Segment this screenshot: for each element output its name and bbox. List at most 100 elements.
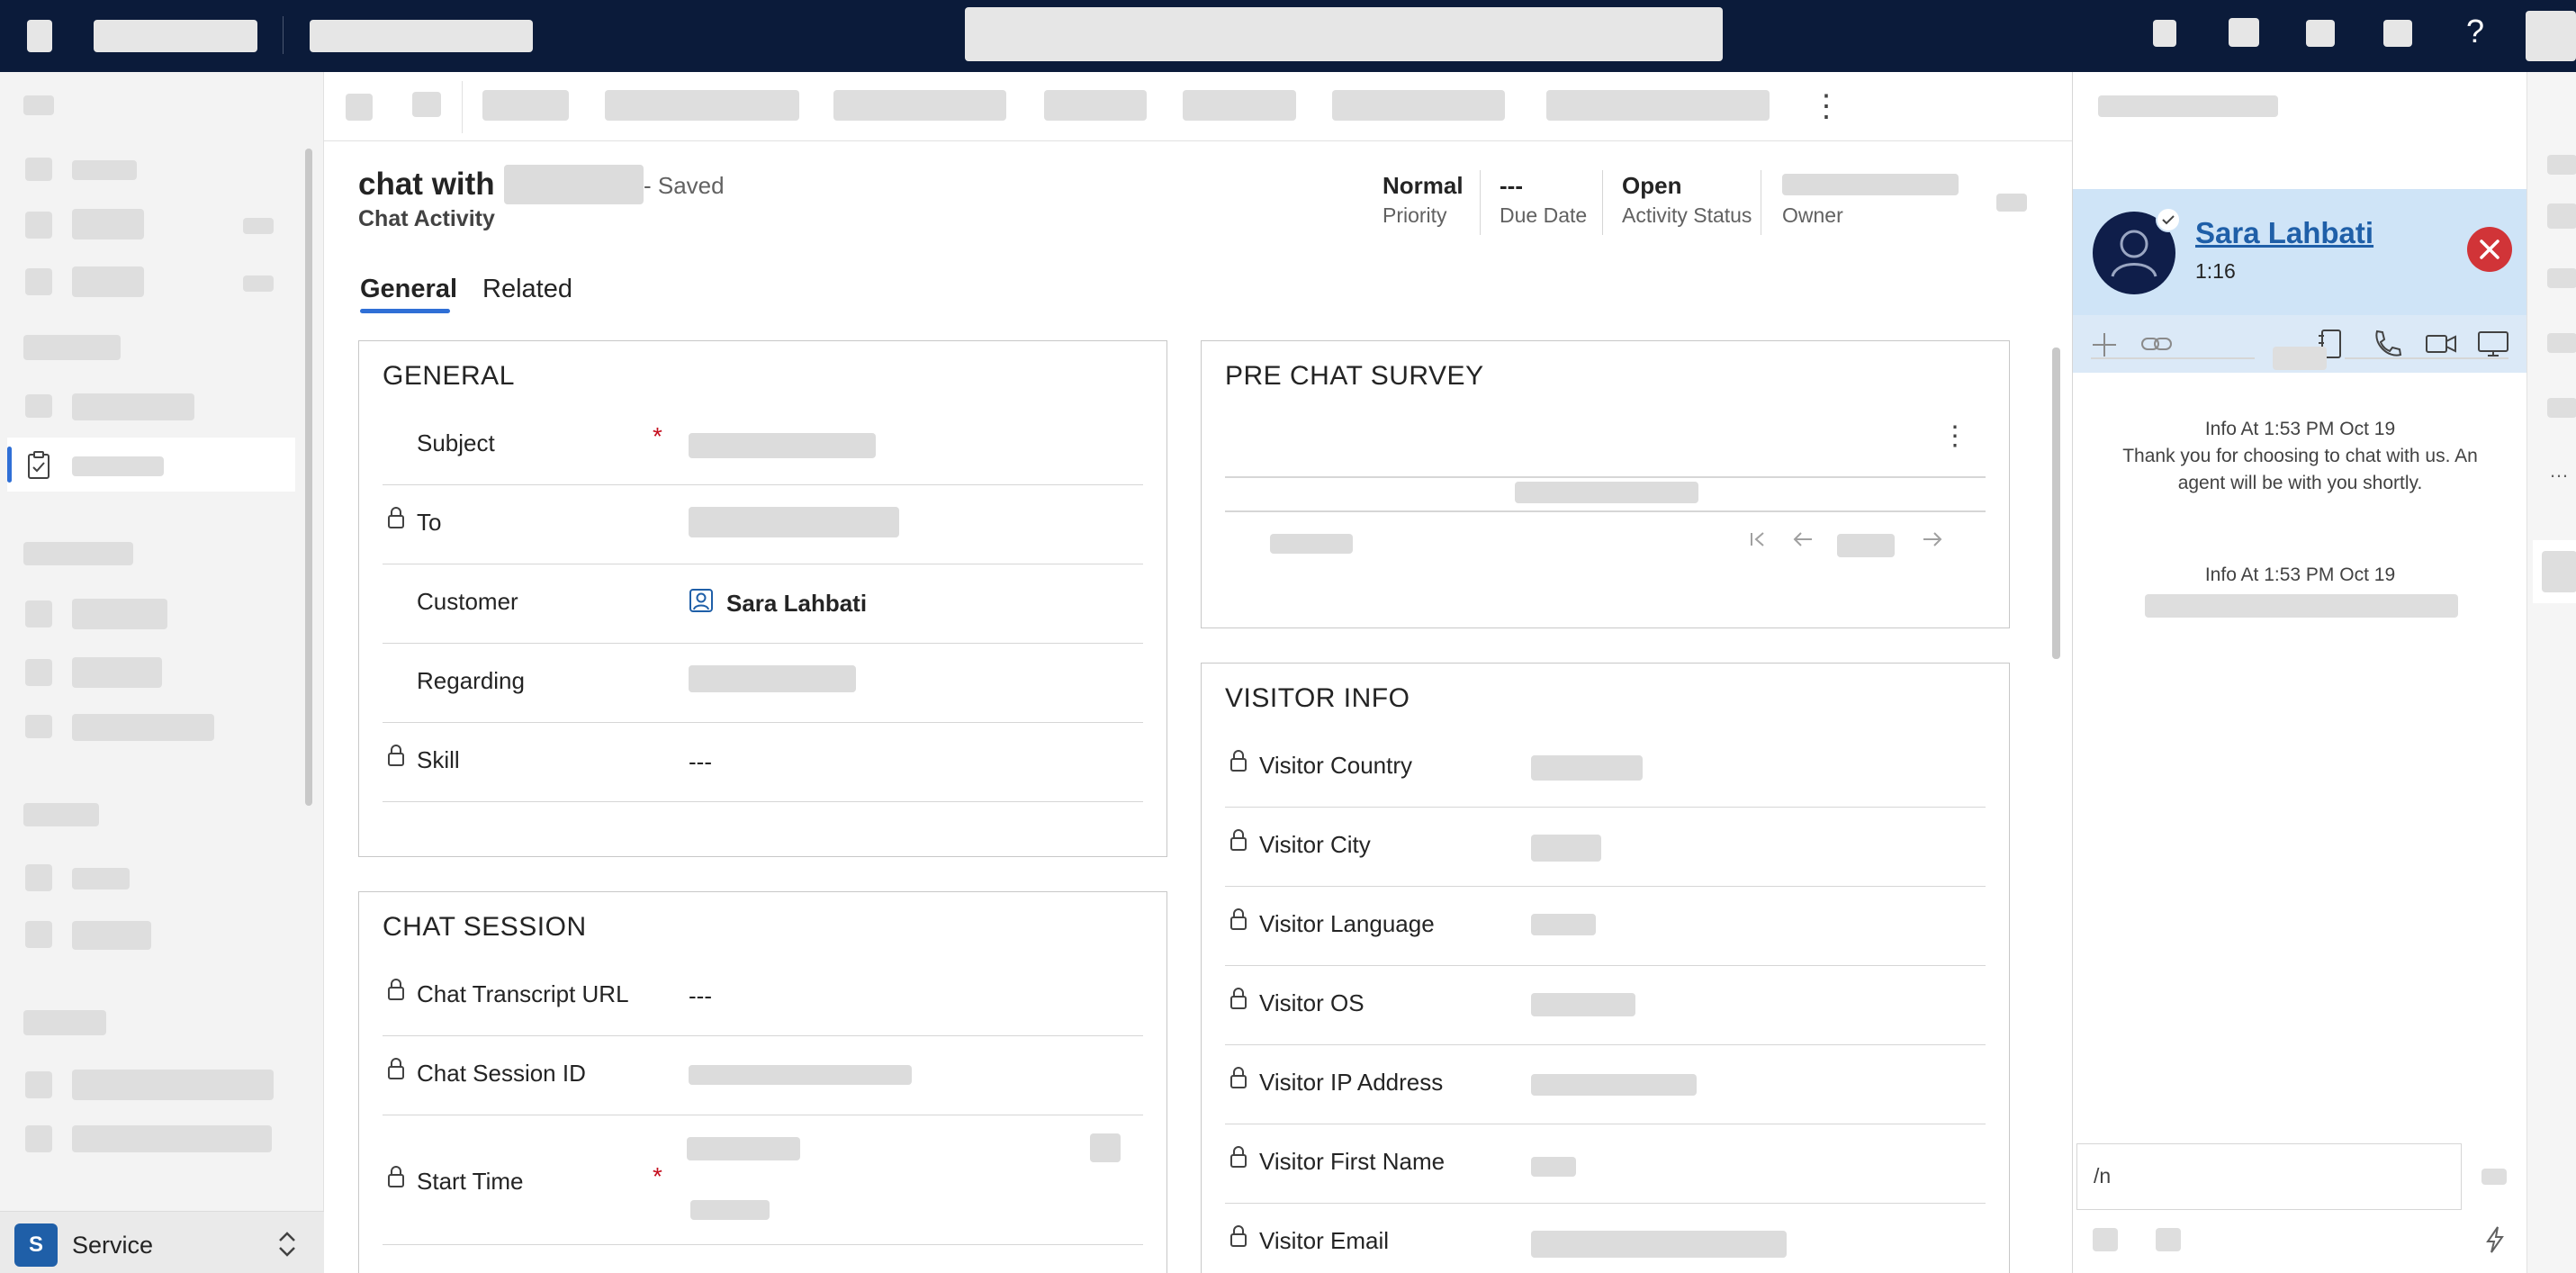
popout-button[interactable] xyxy=(412,92,441,117)
regarding-value-placeholder[interactable] xyxy=(689,665,856,692)
top-bar-icon-1[interactable] xyxy=(2153,20,2176,47)
plus-icon[interactable] xyxy=(2089,330,2120,360)
nav-item-icon[interactable] xyxy=(25,600,52,627)
side-app-icon[interactable] xyxy=(2547,333,2576,353)
header-expand-button[interactable] xyxy=(1996,194,2027,212)
side-app-icon[interactable] xyxy=(2547,203,2576,229)
link-icon[interactable] xyxy=(2139,331,2174,357)
nav-item-label[interactable] xyxy=(72,1070,274,1100)
app-title-placeholder[interactable] xyxy=(94,20,257,52)
command-button[interactable] xyxy=(1332,90,1505,121)
top-bar-icon-2[interactable] xyxy=(2229,18,2259,47)
start-time-placeholder[interactable] xyxy=(690,1200,770,1220)
nav-item-label[interactable] xyxy=(72,209,144,239)
start-date-placeholder[interactable] xyxy=(687,1137,800,1160)
nav-item-icon[interactable] xyxy=(25,268,52,295)
command-button[interactable] xyxy=(605,90,799,121)
more-horizontal-icon[interactable]: … xyxy=(2549,459,2569,483)
field-visitor-ip-address: Visitor IP Address xyxy=(1225,1045,1986,1124)
first-page-icon[interactable] xyxy=(1747,527,1769,552)
area-switcher[interactable]: S Service xyxy=(0,1211,324,1273)
nav-item-icon[interactable] xyxy=(25,158,52,181)
send-button[interactable] xyxy=(2481,1169,2507,1185)
arrow-right-icon[interactable] xyxy=(1920,527,1945,552)
field-label: Visitor Country xyxy=(1259,752,1413,779)
compose-tool-icon[interactable] xyxy=(2093,1228,2118,1251)
area-title-placeholder[interactable] xyxy=(310,20,533,52)
nav-item-label[interactable] xyxy=(72,921,151,950)
form-scrollbar[interactable] xyxy=(2052,348,2060,659)
subject-input[interactable] xyxy=(689,433,876,458)
nav-collapse-icon[interactable] xyxy=(23,95,54,115)
lock-icon xyxy=(1229,1223,1248,1249)
nav-item-icon[interactable] xyxy=(25,715,52,738)
nav-item-icon[interactable] xyxy=(25,921,52,948)
tab-related[interactable]: Related xyxy=(482,275,572,304)
nav-scrollbar[interactable] xyxy=(305,149,312,806)
top-bar-icon-4[interactable] xyxy=(2383,20,2412,47)
nav-item-label[interactable] xyxy=(72,599,167,629)
record-header: chat with - Saved Chat Activity Normal P… xyxy=(324,141,2072,321)
app-launcher-icon[interactable] xyxy=(27,20,52,52)
phone-icon[interactable] xyxy=(2370,328,2402,360)
conversation-header: Sara Lahbati 1:16 xyxy=(2073,189,2527,315)
grid-divider xyxy=(1225,476,1986,478)
top-bar-icon-3[interactable] xyxy=(2306,20,2335,47)
more-vertical-icon[interactable]: ⋮ xyxy=(1941,420,1968,452)
command-button[interactable] xyxy=(1546,90,1770,121)
nav-item-label[interactable] xyxy=(72,868,130,889)
nav-item-icon[interactable] xyxy=(25,864,52,891)
owner-label: Owner xyxy=(1782,203,1843,227)
chevron-updown-icon[interactable] xyxy=(274,1228,301,1260)
nav-item-icon[interactable] xyxy=(25,1125,52,1152)
command-button[interactable] xyxy=(482,90,569,121)
visitor-language-placeholder xyxy=(1531,914,1596,935)
command-button[interactable] xyxy=(833,90,1006,121)
side-app-icon[interactable] xyxy=(2547,268,2576,288)
nav-item-label[interactable] xyxy=(72,1125,272,1152)
to-value-placeholder[interactable] xyxy=(689,507,899,537)
chat-pane-title-placeholder xyxy=(2098,95,2278,117)
nav-item-label[interactable] xyxy=(72,393,194,420)
field-label: Subject xyxy=(417,429,495,456)
record-title-name-placeholder xyxy=(504,165,644,204)
nav-group-header xyxy=(23,335,121,360)
lightning-icon[interactable] xyxy=(2483,1224,2507,1255)
compose-tool-icon[interactable] xyxy=(2156,1228,2181,1251)
command-button[interactable] xyxy=(1044,90,1147,121)
chat-compose-input[interactable]: /n xyxy=(2076,1143,2462,1210)
section-title: VISITOR INFO xyxy=(1225,683,1410,713)
customer-link[interactable]: Sara Lahbati xyxy=(726,590,867,618)
side-app-icon[interactable] xyxy=(2547,155,2576,175)
global-search-input[interactable] xyxy=(965,7,1723,61)
help-icon[interactable]: ? xyxy=(2466,13,2484,50)
nav-item-icon[interactable] xyxy=(25,394,52,418)
screen-share-icon[interactable] xyxy=(2476,328,2510,360)
command-button[interactable] xyxy=(1183,90,1296,121)
nav-item-label[interactable] xyxy=(72,160,137,180)
nav-item-label[interactable] xyxy=(72,266,144,297)
more-vertical-icon[interactable]: ⋮ xyxy=(1811,88,1842,124)
close-icon[interactable] xyxy=(2467,227,2512,272)
chat-divider xyxy=(2091,357,2255,359)
side-app-icon[interactable] xyxy=(2542,551,2576,592)
nav-item-icon[interactable] xyxy=(25,1071,52,1098)
arrow-left-icon[interactable] xyxy=(1790,527,1815,552)
side-app-icon[interactable] xyxy=(2547,398,2576,418)
conversation-timer: 1:16 xyxy=(2195,259,2236,283)
nav-item-label[interactable] xyxy=(72,714,214,741)
nav-item-icon[interactable] xyxy=(25,212,52,239)
field-label: Skill xyxy=(417,746,460,773)
video-icon[interactable] xyxy=(2424,330,2458,358)
nav-item-badge xyxy=(243,275,274,292)
owner-value-placeholder[interactable] xyxy=(1782,174,1959,195)
calendar-icon[interactable] xyxy=(1090,1133,1121,1162)
date-separator-placeholder xyxy=(2273,347,2327,370)
contact-name-link[interactable]: Sara Lahbati xyxy=(2195,216,2373,250)
field-label: To xyxy=(417,509,442,536)
nav-item-icon[interactable] xyxy=(25,659,52,686)
profile-avatar[interactable] xyxy=(2526,11,2576,61)
back-button[interactable] xyxy=(346,94,373,121)
tab-general[interactable]: General xyxy=(360,275,457,304)
nav-item-label[interactable] xyxy=(72,657,162,688)
